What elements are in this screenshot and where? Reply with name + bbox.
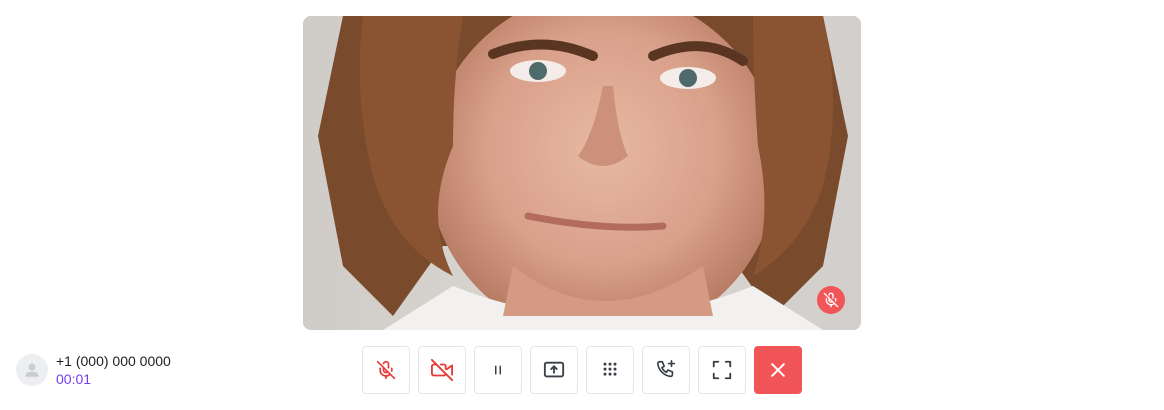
call-screen: +1 (000) 000 0000 00:01 xyxy=(0,0,1164,410)
fullscreen-button[interactable] xyxy=(698,346,746,394)
mute-button[interactable] xyxy=(362,346,410,394)
dialpad-button[interactable] xyxy=(586,346,634,394)
screen-share-icon xyxy=(543,361,565,378)
avatar xyxy=(16,354,48,386)
call-timer: 00:01 xyxy=(56,371,92,387)
phone-plus-icon xyxy=(656,360,676,378)
remote-muted-indicator xyxy=(817,286,845,314)
caller-info: +1 (000) 000 0000 00:01 xyxy=(16,353,171,387)
end-call-button[interactable] xyxy=(754,346,802,394)
add-call-button[interactable] xyxy=(642,346,690,394)
video-toggle-button[interactable] xyxy=(418,346,466,394)
pause-icon xyxy=(495,365,501,375)
share-screen-button[interactable] xyxy=(530,346,578,394)
video-off-icon xyxy=(431,359,453,381)
caller-number: +1 (000) 000 0000 xyxy=(56,353,171,369)
remote-video xyxy=(303,16,861,330)
close-icon xyxy=(771,363,785,377)
call-controls xyxy=(362,346,802,394)
mic-off-icon xyxy=(823,292,839,308)
remote-video-frame xyxy=(303,16,861,330)
fullscreen-icon xyxy=(712,360,732,380)
mic-off-icon xyxy=(376,360,396,380)
hold-button[interactable] xyxy=(474,346,522,394)
user-icon xyxy=(25,363,39,377)
dialpad-icon xyxy=(603,362,617,376)
